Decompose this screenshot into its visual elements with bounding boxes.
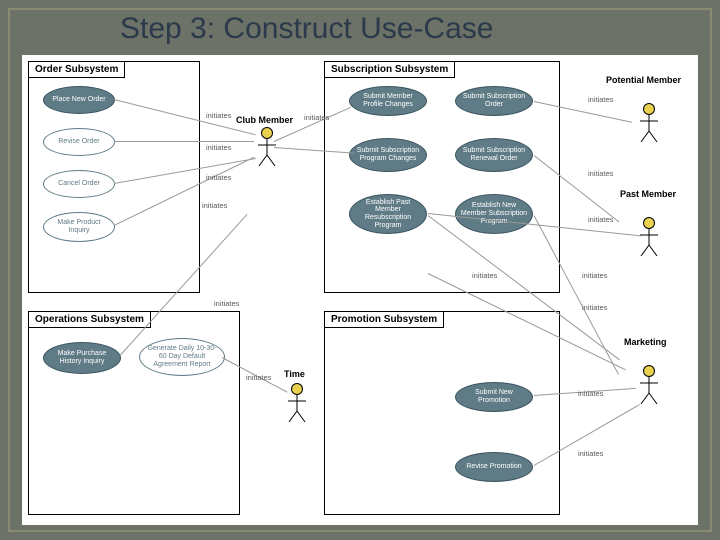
usecase-submit-renewal-order: Submit Subscription Renewal Order — [455, 138, 533, 172]
slide-title: Step 3: Construct Use-Case — [120, 12, 494, 46]
usecase-establish-past-resub: Establish Past Member Resubscription Pro… — [349, 194, 427, 234]
operations-subsystem: Operations Subsystem Make Purchase Histo… — [28, 311, 240, 515]
rel-label: initiates — [202, 201, 227, 210]
usecase-make-product-inquiry: Make Product Inquiry — [43, 212, 115, 242]
promotion-subsystem: Promotion Subsystem Submit New Promotion… — [324, 311, 560, 515]
rel-label: initiates — [206, 111, 231, 120]
actor-time — [282, 383, 312, 423]
order-subsystem: Order Subsystem Place New Order Revise O… — [28, 61, 200, 293]
actor-potential-member — [634, 103, 664, 143]
rel-label: initiates — [582, 303, 607, 312]
usecase-revise-order: Revise Order — [43, 128, 115, 156]
usecase-cancel-order: Cancel Order — [43, 170, 115, 198]
rel-label: initiates — [588, 169, 613, 178]
actor-label-potential-member: Potential Member — [606, 75, 681, 85]
actor-label-time: Time — [284, 369, 305, 379]
usecase-generate-daily-report: Generate Daily 10-30-60 Day Default Agre… — [139, 338, 225, 376]
usecase-place-new-order: Place New Order — [43, 86, 115, 114]
usecase-submit-subscription-order: Submit Subscription Order — [455, 86, 533, 116]
usecase-purchase-history-inquiry: Make Purchase History Inquiry — [43, 342, 121, 374]
usecase-submit-program-changes: Submit Subscription Program Changes — [349, 138, 427, 172]
subsystem-label: Operations Subsystem — [28, 311, 151, 328]
usecase-revise-promotion: Revise Promotion — [455, 452, 533, 482]
rel-label: initiates — [582, 271, 607, 280]
subsystem-label: Order Subsystem — [28, 61, 125, 78]
rel-label: initiates — [246, 373, 271, 382]
rel-label: initiates — [206, 173, 231, 182]
actor-marketing — [634, 365, 664, 405]
usecase-diagram: Order Subsystem Place New Order Revise O… — [22, 55, 698, 525]
usecase-submit-profile-changes: Submit Member Profile Changes — [349, 86, 427, 116]
rel-label: initiates — [472, 271, 497, 280]
usecase-submit-new-promotion: Submit New Promotion — [455, 382, 533, 412]
rel-label: initiates — [578, 389, 603, 398]
subsystem-label: Promotion Subsystem — [324, 311, 444, 328]
actor-label-club-member: Club Member — [236, 115, 293, 125]
rel-label: initiates — [578, 449, 603, 458]
rel-label: initiates — [206, 143, 231, 152]
actor-past-member — [634, 217, 664, 257]
subsystem-label: Subscription Subsystem — [324, 61, 455, 78]
rel-label: initiates — [588, 215, 613, 224]
connector — [114, 141, 254, 142]
rel-label: initiates — [588, 95, 613, 104]
rel-label: initiates — [214, 299, 239, 308]
subscription-subsystem: Subscription Subsystem Submit Member Pro… — [324, 61, 560, 293]
actor-label-marketing: Marketing — [624, 337, 667, 347]
rel-label: initiates — [304, 113, 329, 122]
usecase-establish-new-sub: Establish New Member Subscription Progra… — [455, 194, 533, 234]
actor-label-past-member: Past Member — [620, 189, 676, 199]
